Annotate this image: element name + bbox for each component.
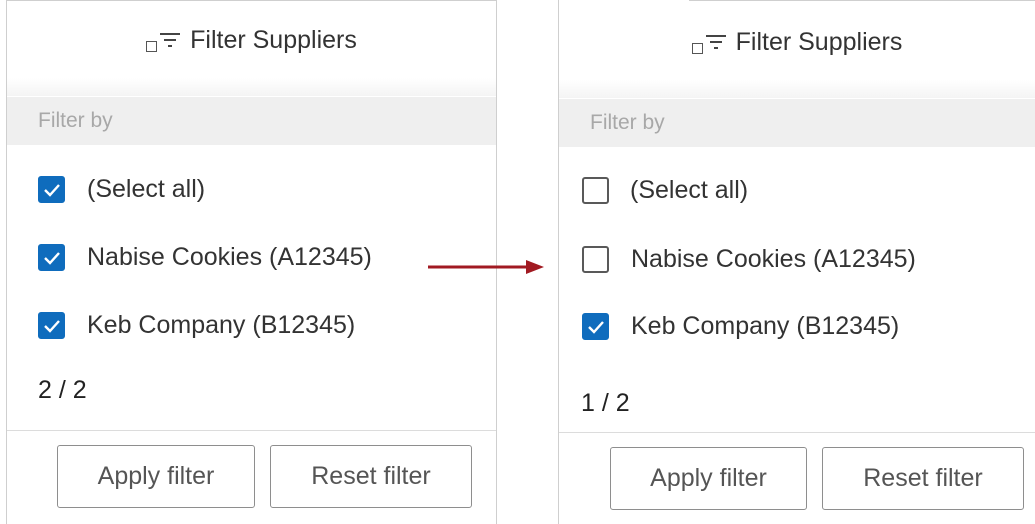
filter-icon[interactable] [159,26,181,55]
option-keb-company[interactable]: Keb Company (B12345) [38,311,355,340]
footer-divider [7,430,496,431]
header-divider [7,78,496,96]
reset-filter-button[interactable]: Reset filter [822,447,1024,510]
filter-panel-before: Filter Suppliers Filter by (Select all) … [6,0,497,524]
option-nabise-cookies[interactable]: Nabise Cookies (A12345) [38,243,372,272]
selection-count: 1 / 2 [581,389,630,417]
checkmark-icon [43,251,60,265]
panel-title: Filter Suppliers [190,26,357,54]
checkmark-icon [43,319,60,333]
filter-icon[interactable] [705,28,727,57]
filter-by-label: Filter by [559,99,1035,147]
option-label: Nabise Cookies (A12345) [87,243,372,271]
checkbox-unchecked[interactable] [582,246,609,273]
apply-filter-button[interactable]: Apply filter [57,445,255,508]
reset-filter-button[interactable]: Reset filter [270,445,472,508]
checkbox-checked[interactable] [582,313,609,340]
filter-panel-after: Filter Suppliers Filter by (Select all) … [558,0,1035,524]
option-label: (Select all) [630,176,749,204]
checkbox-unchecked[interactable] [582,177,609,204]
option-label: (Select all) [87,175,206,203]
arrow-right-icon [428,260,544,274]
checkbox-checked[interactable] [38,312,65,339]
apply-filter-button[interactable]: Apply filter [610,447,807,510]
option-label: Keb Company (B12345) [87,311,356,339]
selection-count: 2 / 2 [38,376,87,404]
checkbox-checked[interactable] [38,244,65,271]
panel-header: Filter Suppliers [559,28,1035,57]
option-nabise-cookies[interactable]: Nabise Cookies (A12345) [582,245,916,274]
header-divider [559,80,1035,98]
option-select-all[interactable]: (Select all) [582,176,748,205]
panel-top-border [689,0,1035,1]
option-select-all[interactable]: (Select all) [38,175,205,204]
filter-by-label: Filter by [7,97,496,145]
footer-divider [559,432,1035,433]
panel-top-border [7,0,496,1]
panel-title: Filter Suppliers [735,28,903,56]
checkmark-icon [587,320,604,334]
checkmark-icon [43,183,60,197]
checkbox-checked[interactable] [38,176,65,203]
option-keb-company[interactable]: Keb Company (B12345) [582,312,899,341]
checkbox-outline-icon [146,41,158,52]
option-label: Keb Company (B12345) [631,312,900,340]
checkbox-outline-icon [691,43,703,54]
panel-header: Filter Suppliers [7,26,496,55]
option-label: Nabise Cookies (A12345) [631,245,916,273]
